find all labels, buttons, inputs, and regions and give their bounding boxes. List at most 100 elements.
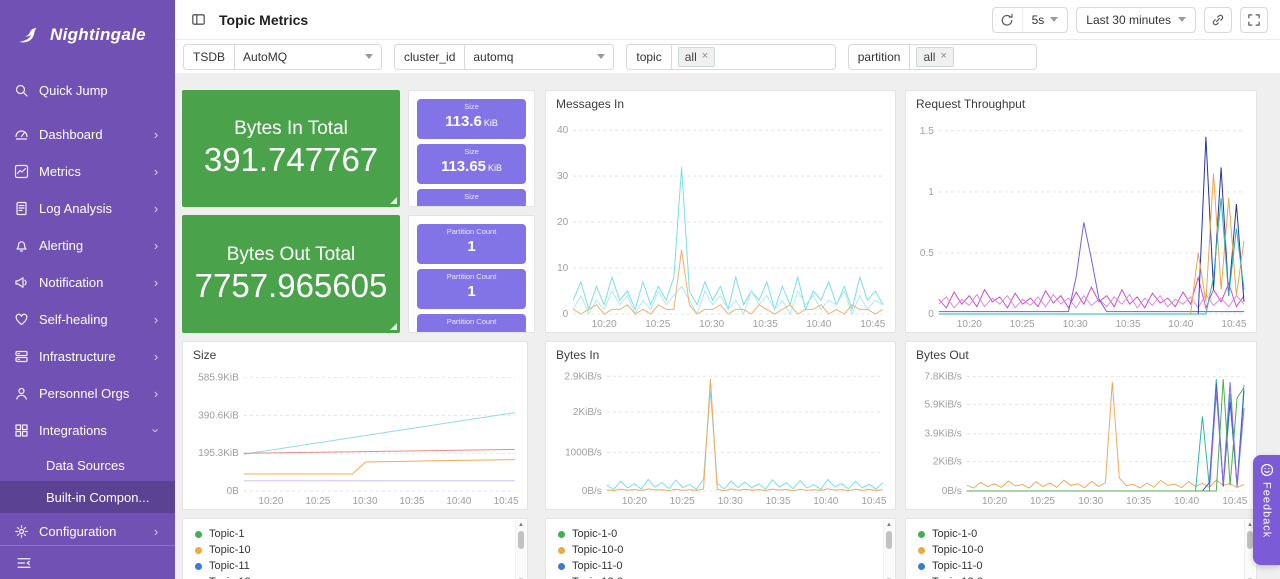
chart-title: Request Throughput	[916, 97, 1025, 111]
chevron-right-icon	[151, 238, 161, 253]
legend-scrollbar[interactable]	[515, 520, 526, 579]
fullscreen-icon	[1247, 13, 1261, 27]
request-throughput-chart[interactable]: 00.511.510:2010:2510:3010:3510:4010:45	[912, 115, 1250, 330]
size-chart[interactable]: 0B195.3KiB390.6KiB585.9KiB10:2010:2510:3…	[189, 366, 521, 507]
resize-handle[interactable]	[525, 323, 532, 330]
sidebar-item-self-healing[interactable]: Self-healing	[0, 301, 175, 338]
card-label: Partition Count	[421, 317, 522, 327]
link-icon	[1211, 13, 1225, 27]
bytes-in-chart[interactable]: 0B/s1000B/s2KiB/s2.9KiB/s10:2010:2510:30…	[552, 366, 889, 507]
cluster-select[interactable]: automq	[464, 44, 614, 70]
legend-item[interactable]: Topic-12-0	[558, 574, 879, 579]
sidebar-item-alerting[interactable]: Alerting	[0, 227, 175, 264]
feedback-button[interactable]: Feedback	[1253, 455, 1280, 565]
legend-item[interactable]: Topic-12	[195, 574, 511, 579]
sidebar-item-personnel-orgs[interactable]: Personnel Orgs	[0, 375, 175, 412]
chart-panel-size: Size 0B195.3KiB390.6KiB585.9KiB10:2010:2…	[182, 341, 528, 510]
resize-handle[interactable]	[390, 323, 397, 330]
sidebar-item-integrations[interactable]: Integrations	[0, 412, 175, 449]
legend-scrollbar[interactable]	[883, 520, 894, 579]
legend-label: Topic-1-0	[932, 528, 977, 540]
legend-item[interactable]: Topic-12-0	[918, 574, 1240, 579]
svg-text:0B/s: 0B/s	[942, 486, 962, 497]
scrollbar-thumb[interactable]	[886, 531, 892, 549]
remove-tag-icon[interactable]: ×	[940, 51, 946, 62]
legend-list: Topic-1-0 Topic-10-0 Topic-11-0 Topic-12…	[546, 519, 895, 579]
legend-label: Topic-10-0	[572, 544, 623, 556]
svg-text:10:30: 10:30	[353, 496, 378, 507]
refresh-button[interactable]	[993, 8, 1023, 32]
card-unit: KiB	[488, 163, 502, 173]
sidebar-item-infrastructure[interactable]: Infrastructure	[0, 338, 175, 375]
legend-label: Topic-11	[209, 560, 250, 572]
legend-item[interactable]: Topic-1	[195, 526, 511, 542]
remove-tag-icon[interactable]: ×	[702, 51, 708, 62]
app-root: Nightingale Quick Jump Dashboard Metrics…	[0, 0, 1280, 579]
legend-label: Topic-11-0	[932, 560, 983, 572]
resize-handle[interactable]	[525, 197, 532, 204]
sidebar-item-metrics[interactable]: Metrics	[0, 153, 175, 190]
tsdb-label: TSDB	[183, 44, 234, 70]
legend-list: Topic-1-0 Topic-10-0 Topic-11-0 Topic-12…	[906, 519, 1256, 579]
partition-tags-input[interactable]: all ×	[909, 44, 1037, 70]
legend-item[interactable]: Topic-11-0	[558, 558, 879, 574]
legend-item[interactable]: Topic-10	[195, 542, 511, 558]
card-value: 1	[421, 282, 522, 302]
card-value: 113.65	[441, 158, 486, 175]
legend-panel-bytes-out: Topic-1-0 Topic-10-0 Topic-11-0 Topic-12…	[905, 518, 1257, 579]
legend-item[interactable]: Topic-1-0	[918, 526, 1240, 542]
svg-text:10:30: 10:30	[1078, 496, 1103, 507]
scrollbar-thumb[interactable]	[518, 531, 524, 549]
svg-text:10:45: 10:45	[860, 319, 885, 330]
svg-text:40: 40	[557, 125, 569, 136]
resize-handle[interactable]	[390, 197, 397, 204]
legend-item[interactable]: Topic-11-0	[918, 558, 1240, 574]
chevron-right-icon	[151, 201, 161, 216]
svg-text:10:20: 10:20	[592, 319, 617, 330]
sidebar-item-log-analysis[interactable]: Log Analysis	[0, 190, 175, 227]
search-icon	[14, 83, 29, 98]
scroll-up-icon[interactable]	[884, 521, 894, 529]
svg-text:1: 1	[928, 187, 934, 198]
sidebar-item-quick-jump[interactable]: Quick Jump	[0, 70, 175, 110]
fullscreen-button[interactable]	[1240, 7, 1268, 33]
panel-toggle-button[interactable]	[187, 7, 209, 33]
messages-in-chart[interactable]: 01020304010:2010:2510:3010:3510:4010:45	[552, 115, 889, 330]
topic-tags-input[interactable]: all ×	[671, 44, 836, 70]
svg-text:10:35: 10:35	[1116, 319, 1141, 330]
legend-item[interactable]: Topic-10-0	[918, 542, 1240, 558]
refresh-interval-select[interactable]: 5s	[1023, 13, 1068, 27]
stat-title: Bytes Out Total	[227, 244, 356, 266]
refresh-group: 5s	[992, 7, 1069, 33]
svg-text:10:25: 10:25	[645, 319, 670, 330]
partition-label: partition	[848, 44, 910, 70]
collapse-panel-icon	[191, 12, 206, 27]
time-range-select[interactable]: Last 30 minutes	[1076, 7, 1196, 33]
bytes-out-chart[interactable]: 0B/s2KiB/s3.9KiB/s5.9KiB/s7.8KiB/s10:201…	[912, 366, 1250, 507]
bell-icon	[14, 238, 29, 253]
sidebar-item-data-sources[interactable]: Data Sources	[0, 449, 175, 481]
svg-text:585.9KiB: 585.9KiB	[198, 373, 239, 384]
legend-item[interactable]: Topic-11	[195, 558, 511, 574]
sidebar-item-built-in-components[interactable]: Built-in Compon...	[0, 481, 175, 513]
scroll-up-icon[interactable]	[516, 521, 526, 529]
sidebar-footer	[0, 545, 175, 579]
legend-item[interactable]: Topic-1-0	[558, 526, 879, 542]
app-logo[interactable]: Nightingale	[0, 0, 175, 70]
svg-text:10:45: 10:45	[494, 496, 519, 507]
share-link-button[interactable]	[1204, 7, 1232, 33]
tsdb-value: AutoMQ	[243, 50, 287, 64]
sidebar-item-dashboard[interactable]: Dashboard	[0, 116, 175, 153]
topic-tag-label: all	[685, 50, 697, 64]
svg-text:10:35: 10:35	[399, 496, 424, 507]
svg-text:10:25: 10:25	[305, 496, 330, 507]
legend-item[interactable]: Topic-10-0	[558, 542, 879, 558]
chevron-right-icon	[151, 275, 161, 290]
svg-text:10:20: 10:20	[622, 496, 647, 507]
sidebar-nav: Quick Jump Dashboard Metrics Log Analysi…	[0, 70, 175, 449]
collapse-sidebar-icon[interactable]	[16, 555, 32, 571]
tsdb-select[interactable]: AutoMQ	[234, 44, 382, 70]
sidebar-item-notification[interactable]: Notification	[0, 264, 175, 301]
partition-card-list: Partition Count 1 Partition Count 1 Part…	[409, 216, 534, 333]
card-value: 1	[421, 237, 522, 257]
